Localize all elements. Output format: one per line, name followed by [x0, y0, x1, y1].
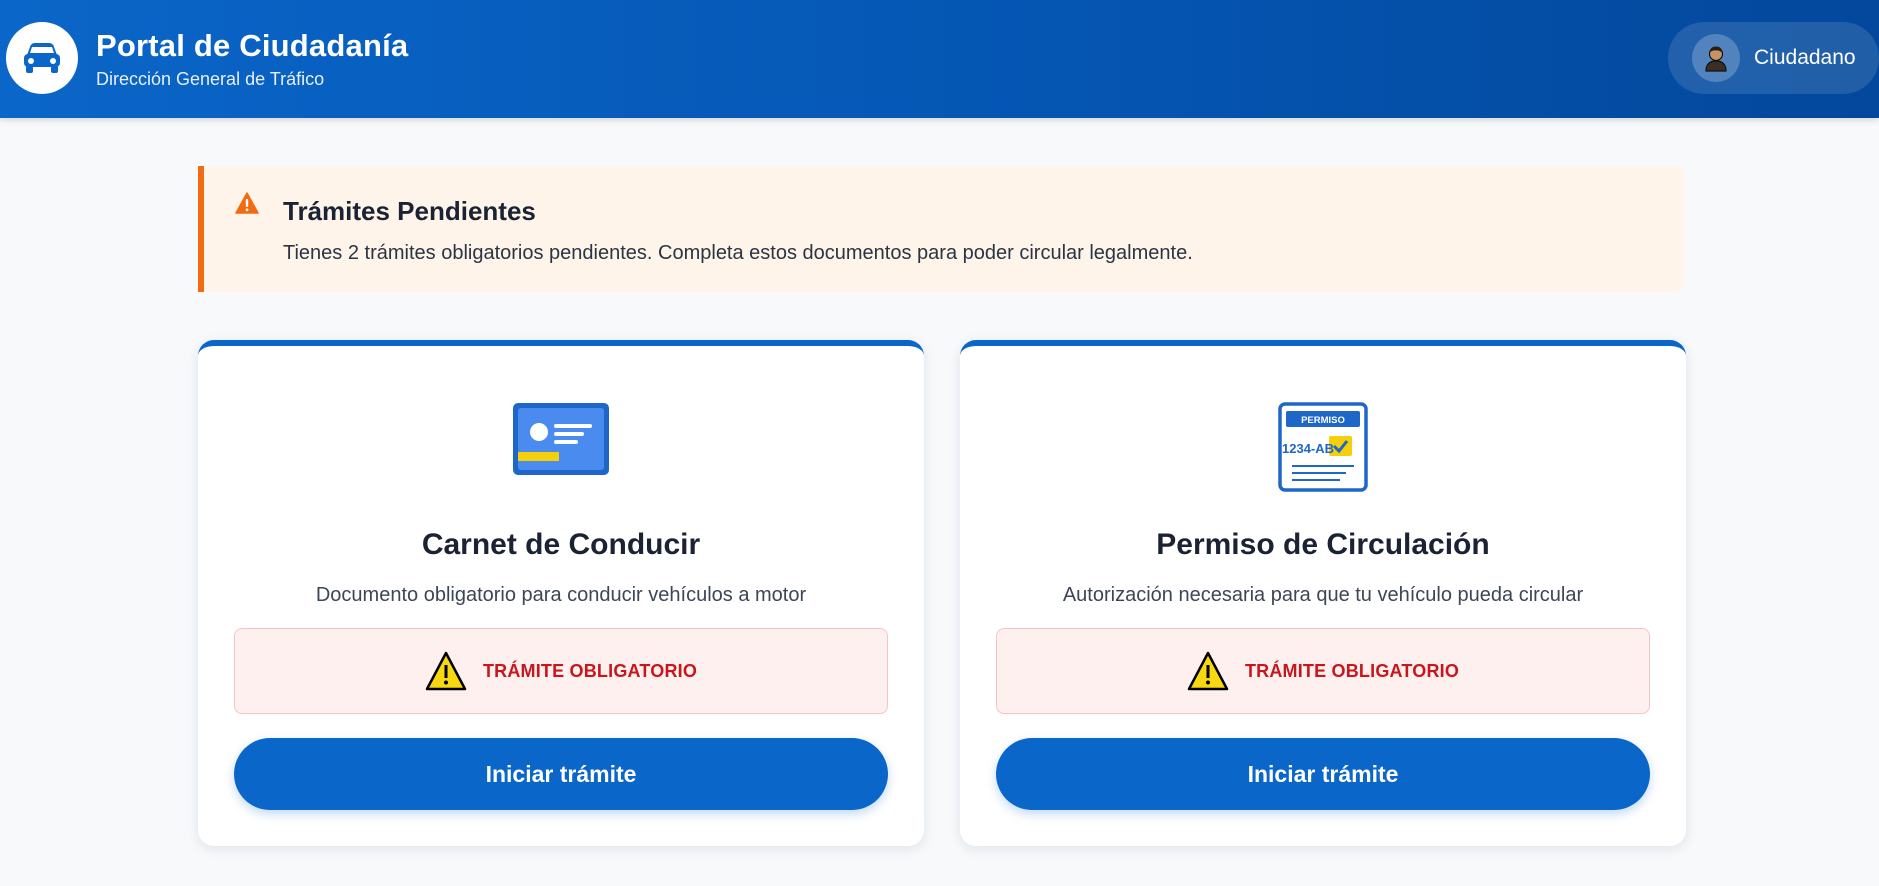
driver-license-icon-wrap	[512, 402, 610, 481]
portal-subtitle: Dirección General de Tráfico	[96, 69, 325, 89]
plate-text: 1234-AB	[1282, 441, 1334, 456]
permit-header-text: PERMISO	[1301, 415, 1345, 426]
driver-license-icon	[513, 403, 609, 475]
warning-icon	[235, 192, 259, 214]
start-procedure-button[interactable]: Iniciar trámite	[996, 738, 1650, 810]
card-title: Permiso de Circulación	[1156, 528, 1490, 561]
car-icon	[24, 43, 60, 73]
mandatory-label: TRÁMITE OBLIGATORIO	[1244, 660, 1460, 681]
card-title: Carnet de Conducir	[421, 528, 701, 561]
top-header: Portal de Ciudadanía Dirección General d…	[0, 0, 1879, 118]
card-description: Documento obligatorio para conducir vehí…	[315, 584, 807, 606]
alert-title: Trámites Pendientes	[283, 196, 536, 226]
circulation-permit-card: PERMISO 1234-AB Permiso de Circulación A…	[960, 340, 1686, 846]
mandatory-badge: TRÁMITE OBLIGATORIO	[996, 628, 1650, 714]
user-avatar	[1692, 34, 1740, 82]
user-menu-button[interactable]: Ciudadano	[1668, 22, 1879, 94]
warning-triangle-icon	[425, 651, 467, 691]
portal-title: Portal de Ciudadanía	[96, 28, 409, 63]
circulation-permit-icon: PERMISO 1234-AB	[1278, 402, 1368, 492]
logo[interactable]	[6, 22, 78, 94]
warning-triangle-icon	[1187, 651, 1229, 691]
circulation-permit-icon-wrap: PERMISO 1234-AB	[1278, 402, 1368, 497]
user-avatar-icon	[1705, 46, 1727, 72]
start-procedure-button[interactable]: Iniciar trámite	[234, 738, 888, 810]
driver-license-card: Carnet de Conducir Documento obligatorio…	[198, 340, 924, 846]
mandatory-label: TRÁMITE OBLIGATORIO	[482, 660, 698, 681]
pending-procedures-alert: Trámites Pendientes Tienes 2 trámites ob…	[198, 166, 1684, 292]
card-description: Autorización necesaria para que tu vehíc…	[1062, 584, 1584, 606]
user-name: Ciudadano	[1754, 46, 1856, 69]
mandatory-badge: TRÁMITE OBLIGATORIO	[234, 628, 888, 714]
alert-message: Tienes 2 trámites obligatorios pendiente…	[283, 242, 1193, 264]
